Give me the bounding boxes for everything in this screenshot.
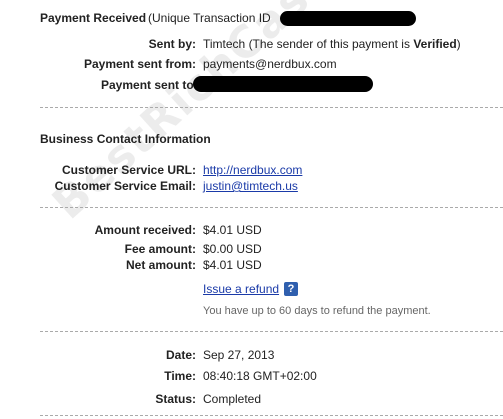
time-value: 08:40:18 GMT+02:00 (203, 369, 317, 383)
divider (40, 415, 503, 416)
sent-from-label: Payment sent from: (83, 57, 196, 71)
status-value: Completed (203, 392, 262, 406)
watermark: BestRichCashFU4U.com (42, 0, 503, 230)
fee-amount-label: Fee amount: (124, 242, 196, 256)
redacted-transaction-id (280, 11, 416, 26)
customer-service-url-link[interactable]: http://nerdbux.com (203, 163, 302, 177)
time-label: Time: (164, 369, 196, 383)
net-amount-value: $4.01 USD (203, 258, 262, 272)
divider (40, 331, 503, 332)
status-label: Status: (155, 392, 196, 406)
sent-by-value: Timtech (The sender of this payment is V… (203, 37, 461, 51)
question-icon[interactable]: ? (284, 282, 298, 296)
redacted-recipient (193, 76, 373, 92)
sent-to-label: Payment sent to: (101, 78, 198, 92)
issue-refund-link[interactable]: Issue a refund (203, 282, 279, 296)
date-value: Sep 27, 2013 (203, 348, 275, 362)
fee-amount-value: $0.00 USD (203, 242, 262, 256)
sender-close-paren: ) (456, 37, 461, 51)
amount-received-label: Amount received: (94, 223, 196, 237)
customer-service-email-link[interactable]: justin@timtech.us (203, 179, 298, 193)
net-amount-label: Net amount: (126, 258, 196, 272)
sender-name: Timtech (The sender of this payment is (203, 37, 414, 51)
divider (40, 207, 503, 208)
date-label: Date: (165, 348, 196, 362)
sent-by-label: Sent by: (148, 37, 196, 51)
transaction-id-label: (Unique Transaction ID (148, 11, 271, 25)
refund-note: You have up to 60 days to refund the pay… (203, 305, 431, 317)
amount-received-value: $4.01 USD (203, 223, 262, 237)
verified-status: Verified (413, 37, 457, 51)
customer-service-email-label: Customer Service Email: (54, 179, 196, 193)
business-contact-heading: Business Contact Information (40, 132, 211, 146)
page-title: Payment Received (40, 11, 147, 25)
sent-from-value: payments@nerdbux.com (203, 57, 337, 71)
customer-service-url-label: Customer Service URL: (61, 163, 196, 177)
divider (40, 107, 503, 108)
